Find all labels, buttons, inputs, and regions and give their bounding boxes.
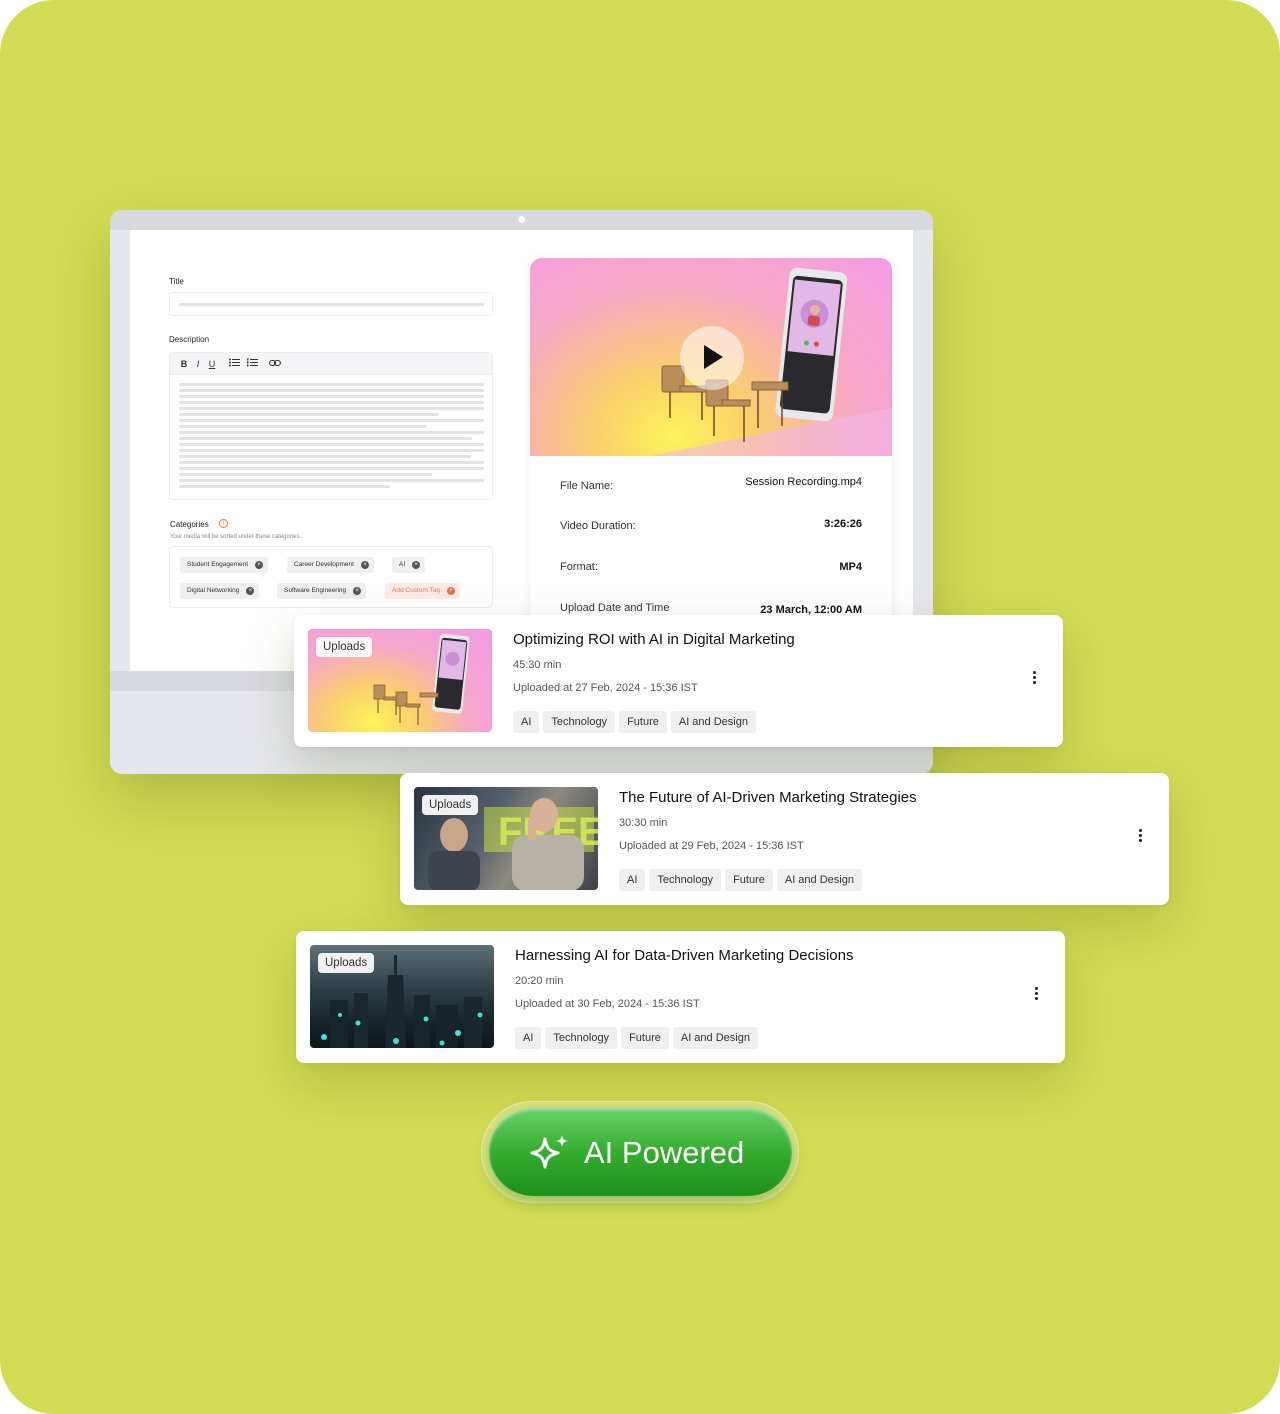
more-options-icon[interactable] [1135, 829, 1145, 849]
tag-chip[interactable]: Future [621, 1027, 669, 1049]
underline-button[interactable]: U [206, 358, 218, 370]
category-chip-label: Digital Networking [187, 587, 240, 594]
add-tag-icon: + [446, 587, 455, 595]
category-chip[interactable]: Career Development × [287, 557, 374, 573]
tag-chip[interactable]: Technology [543, 711, 616, 733]
category-chip[interactable]: AI × [392, 557, 426, 573]
upload-label: Upload Date and Time [560, 602, 670, 614]
upload-timestamp: Uploaded at 30 Feb, 2024 - 15:36 IST [515, 998, 700, 1010]
tag-chip[interactable]: AI [619, 869, 646, 891]
format-label: Format: [560, 561, 598, 573]
categories-hint: Your media will be sorted under these ca… [170, 534, 302, 540]
category-chip-label: Student Engagement [187, 561, 249, 568]
categories-box: Student Engagement × Career Development × … [169, 546, 493, 608]
format-value: MP4 [839, 561, 862, 573]
remove-chip-icon[interactable]: × [353, 587, 362, 595]
tag-chip[interactable]: AI and Design [776, 869, 862, 891]
add-custom-tag-button[interactable]: Add Custom Tag + [385, 583, 460, 599]
tag-chip[interactable]: AI [513, 711, 540, 733]
monitor-screen: Title Description B I U Categories i You… [130, 230, 913, 671]
title-input[interactable] [169, 292, 493, 316]
video-duration: 45:30 min [513, 659, 562, 671]
video-title[interactable]: The Future of AI-Driven Marketing Strate… [619, 789, 917, 806]
duration-value: 3:26:26 [824, 518, 862, 530]
ai-powered-label: AI Powered [584, 1135, 745, 1170]
video-title[interactable]: Harnessing AI for Data-Driven Marketing … [515, 947, 853, 964]
editor-toolbar: B I U [170, 353, 492, 375]
category-chip[interactable]: Digital Networking × [180, 583, 260, 599]
ai-powered-button[interactable]: AI Powered [489, 1108, 792, 1196]
category-chip-label: Software Engineering [284, 587, 347, 594]
info-icon[interactable]: i [219, 519, 228, 528]
uploads-badge: Uploads [318, 953, 375, 973]
upload-card[interactable]: Uploads Optimizing ROI with AI in Digita… [294, 615, 1063, 747]
upload-timestamp: Uploaded at 27 Feb, 2024 - 15:36 IST [513, 682, 698, 694]
tag-chip[interactable]: Technology [649, 869, 722, 891]
tag-list: AI Technology Future AI and Design [515, 1027, 762, 1049]
remove-chip-icon[interactable]: × [255, 561, 264, 569]
tag-list: AI Technology Future AI and Design [619, 869, 866, 891]
category-chip[interactable]: Software Engineering × [277, 583, 367, 599]
tag-chip[interactable]: Future [619, 711, 667, 733]
category-chip-label: Career Development [294, 561, 354, 568]
description-label: Description [169, 335, 210, 344]
description-editor[interactable]: B I U [169, 352, 493, 500]
uploads-badge: Uploads [422, 795, 479, 815]
remove-chip-icon[interactable]: × [412, 561, 421, 569]
file-name-label: File Name: [560, 480, 614, 492]
canvas: Title Description B I U Categories i You… [0, 0, 1280, 1414]
duration-label: Video Duration: [560, 520, 636, 532]
uploads-badge: Uploads [316, 637, 373, 657]
title-label: Title [169, 277, 184, 286]
video-duration: 30:30 min [619, 817, 668, 829]
remove-chip-icon[interactable]: × [246, 587, 255, 595]
video-thumbnail[interactable] [530, 258, 892, 456]
upload-timestamp: Uploaded at 29 Feb, 2024 - 15:36 IST [619, 840, 804, 852]
more-options-icon[interactable] [1031, 987, 1041, 1007]
remove-chip-icon[interactable]: × [360, 561, 369, 569]
file-name-value: Session Recording.mp4 [745, 476, 862, 488]
video-title[interactable]: Optimizing ROI with AI in Digital Market… [513, 631, 795, 648]
more-options-icon[interactable] [1029, 671, 1039, 691]
categories-label: Categories [170, 520, 209, 529]
sparkle-icon [530, 1135, 568, 1169]
tag-chip[interactable]: AI and Design [672, 1027, 758, 1049]
upload-thumbnail[interactable]: FREE Uploads [414, 787, 598, 890]
bold-button[interactable]: B [178, 358, 190, 370]
upload-card[interactable]: Uploads Harnessing AI for Data-Driven Ma… [296, 931, 1065, 1063]
camera-dot [518, 216, 525, 223]
tag-chip[interactable]: AI and Design [670, 711, 756, 733]
upload-card[interactable]: FREE Uploads The Future of AI-Driven Mar… [400, 773, 1169, 905]
numbered-list-icon[interactable] [246, 358, 258, 370]
video-preview-card: File Name: Session Recording.mp4 Video D… [530, 258, 892, 671]
upload-thumbnail[interactable]: Uploads [308, 629, 492, 732]
tag-chip[interactable]: Future [725, 869, 773, 891]
tag-chip[interactable]: AI [515, 1027, 542, 1049]
bullet-list-icon[interactable] [228, 358, 240, 370]
play-icon [704, 345, 723, 369]
tag-chip[interactable]: Technology [545, 1027, 618, 1049]
video-duration: 20:20 min [515, 975, 564, 987]
category-chip[interactable]: Student Engagement × [180, 557, 269, 573]
play-button[interactable] [680, 326, 744, 390]
upload-thumbnail[interactable]: Uploads [310, 945, 494, 1048]
tag-list: AI Technology Future AI and Design [513, 711, 760, 733]
link-icon[interactable] [269, 358, 281, 370]
category-chip-label: AI [399, 561, 406, 568]
italic-button[interactable]: I [192, 358, 204, 370]
add-custom-tag-label: Add Custom Tag [392, 587, 440, 594]
